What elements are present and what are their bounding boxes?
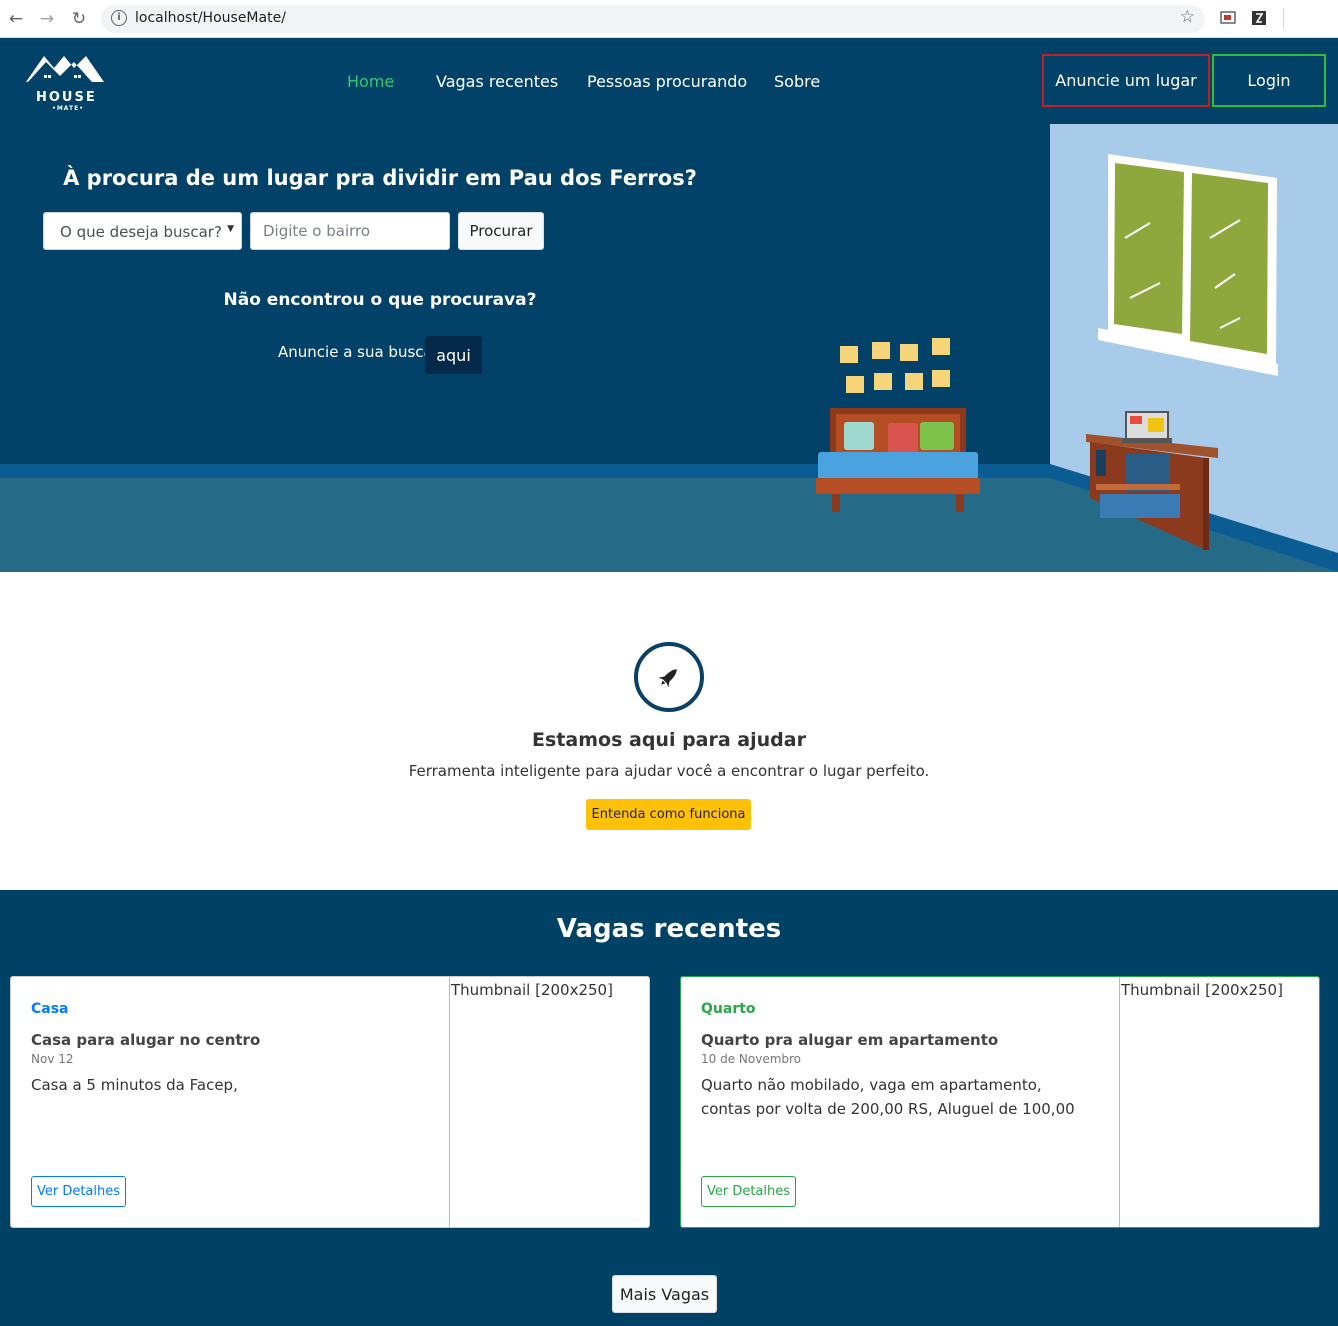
card-category[interactable]: Casa (31, 1001, 69, 1017)
hero-section: HOUSE •MATE• Home Vagas recentes Pessoas… (0, 38, 1338, 572)
mais-vagas-button[interactable]: Mais Vagas (612, 1275, 717, 1313)
info-icon[interactable]: i (111, 10, 127, 26)
nav-home[interactable]: Home (347, 72, 394, 91)
procurar-button[interactable]: Procurar (458, 212, 544, 250)
card-date: Nov 12 (31, 1052, 74, 1066)
card-title: Casa para alugar no centro (31, 1031, 261, 1049)
card-thumbnail: Thumbnail [200x250] (449, 977, 649, 1227)
vaga-card: Quarto Quarto pra alugar em apartamento … (680, 976, 1320, 1228)
thumbnail-alt-text: Thumbnail [200x250] (451, 981, 613, 999)
ver-detalhes-button[interactable]: Ver Detalhes (31, 1176, 126, 1207)
anuncie-lugar-button[interactable]: Anuncie um lugar (1042, 54, 1210, 107)
dropdown-arrow-icon: ▼ (227, 224, 234, 234)
hero-title: À procura de um lugar pra dividir em Pau… (63, 166, 697, 190)
bairro-input[interactable] (250, 212, 450, 250)
url-text: localhost/HouseMate/ (135, 10, 286, 26)
not-found-title: Não encontrou o que procurava? (223, 290, 537, 310)
logo-subtext: •MATE• (52, 105, 85, 112)
nav-sobre[interactable]: Sobre (774, 72, 820, 91)
aqui-button[interactable]: aqui (425, 336, 482, 374)
address-bar[interactable]: i localhost/HouseMate/ ☆ (101, 5, 1205, 33)
search-type-value: O que deseja buscar? (60, 223, 222, 241)
bookmark-star-icon[interactable]: ☆ (1180, 7, 1195, 27)
entenda-button[interactable]: Entenda como funciona (586, 799, 751, 830)
browser-toolbar: ← → ↻ i localhost/HouseMate/ ☆ (0, 0, 1338, 38)
extension-cast-icon[interactable] (1220, 10, 1236, 26)
toolbar-divider (1283, 8, 1284, 30)
help-title: Estamos aqui para ajudar (532, 729, 806, 751)
ver-detalhes-button[interactable]: Ver Detalhes (701, 1176, 796, 1207)
card-description: Quarto não mobilado, vaga em apartamento… (701, 1076, 1075, 1118)
back-arrow-icon[interactable]: ← (4, 7, 28, 31)
card-thumbnail: Thumbnail [200x250] (1119, 977, 1319, 1227)
forward-arrow-icon[interactable]: → (35, 7, 59, 31)
help-description: Ferramenta inteligente para ajudar você … (408, 762, 930, 780)
card-title: Quarto pra alugar em apartamento (701, 1031, 999, 1049)
nav-vagas-recentes[interactable]: Vagas recentes (436, 72, 558, 91)
extension-icon[interactable] (1251, 10, 1267, 26)
nav-pessoas-procurando[interactable]: Pessoas procurando (587, 72, 747, 91)
card-date: 10 de Novembro (701, 1052, 802, 1066)
rocket-icon (658, 669, 677, 688)
vagas-section: Vagas recentes Casa Casa para alugar no … (0, 890, 1338, 1326)
vaga-card: Casa Casa para alugar no centro Nov 12 C… (10, 976, 650, 1228)
rocket-badge (634, 642, 704, 712)
thumbnail-alt-text: Thumbnail [200x250] (1121, 981, 1283, 999)
vagas-title: Vagas recentes (556, 914, 782, 944)
search-type-select[interactable]: O que deseja buscar? ▼ (43, 212, 242, 250)
anuncie-busca-text: Anuncie a sua busca (278, 343, 433, 361)
logo-text: HOUSE (36, 90, 97, 105)
card-description: Casa a 5 minutos da Facep, (31, 1076, 238, 1094)
login-button[interactable]: Login (1212, 54, 1326, 107)
card-category[interactable]: Quarto (701, 1001, 756, 1017)
reload-icon[interactable]: ↻ (67, 7, 91, 31)
